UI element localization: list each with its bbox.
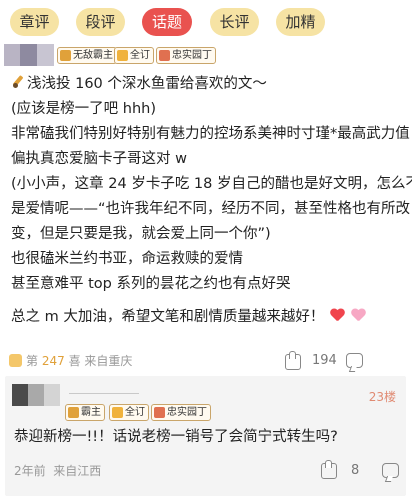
- crown-icon: [68, 407, 79, 418]
- post-meta: 第 247 喜 来自重庆 194: [0, 351, 412, 370]
- reply-username[interactable]: [69, 382, 139, 394]
- post-line: 甚至意难平 top 系列的昙花之约也有点好哭: [11, 276, 291, 292]
- post-line: 非常磕我们特别好特别有魅力的控场系美神时寸瑾*最高武力值: [11, 126, 410, 142]
- reply-floor: 23楼: [368, 390, 396, 404]
- like-count: 8: [351, 463, 360, 478]
- comment-icon[interactable]: [346, 353, 363, 368]
- post-body: 浅浅投 160 个深水鱼雷给喜欢的文～ (应该是榜一了吧 hhh) 非常磕我们特…: [11, 72, 412, 330]
- medal-badge: 忠实园丁: [156, 47, 216, 64]
- tab-paragraph-review[interactable]: 段评: [76, 8, 125, 36]
- pen-icon: [11, 75, 25, 89]
- avatar[interactable]: [4, 44, 54, 66]
- post-line: (小小声，这章 24 岁卡子吃 18 岁自己的醋也是好文明，怎么不: [11, 176, 412, 192]
- pink-heart-icon: [351, 309, 366, 323]
- medal-badge: 全订: [114, 47, 154, 64]
- like-count: 194: [312, 353, 337, 368]
- floor-icon: [9, 354, 22, 367]
- gardener-icon: [159, 50, 170, 61]
- reply-text: 恭迎新榜一!!！话说老榜一销号了会简宁式转生吗?: [14, 429, 338, 445]
- post-header: 无敌霸主 全订 忠实园丁: [0, 44, 412, 68]
- thumb-up-icon[interactable]: [285, 351, 301, 370]
- tab-topic[interactable]: 话题: [142, 8, 192, 36]
- post-line: 偏执真恋爱脑卡子哥这对 w: [11, 151, 187, 167]
- post-line: 浅浅投 160 个深水鱼雷给喜欢的文～: [11, 72, 407, 97]
- gardener-icon: [154, 407, 165, 418]
- tab-chapter-review[interactable]: 章评: [10, 8, 59, 36]
- reply-card: 23楼 霸主 全订 忠实园丁 恭迎新榜一!!！话说老榜一销号了会简宁式转生吗? …: [5, 376, 406, 496]
- thumb-up-icon[interactable]: [321, 460, 337, 479]
- post-line: 是爱情呢——“也许我年纪不同，经历不同，甚至性格也有所改: [11, 201, 411, 217]
- post-line: 变，但是只要是我，就会爱上同一个你”): [11, 226, 271, 242]
- post-line: 总之 m 大加油，希望文笔和剧情质量越来越好！: [11, 305, 407, 330]
- avatar[interactable]: [12, 384, 60, 406]
- tab-long-review[interactable]: 长评: [210, 8, 259, 36]
- red-heart-icon: [330, 309, 345, 323]
- tab-bar: 章评 段评 话题 长评 加精: [0, 8, 412, 38]
- coin-icon: [117, 50, 128, 61]
- crown-icon: [60, 50, 71, 61]
- reply-medals: 霸主 全订 忠实园丁: [57, 402, 257, 422]
- post-line: 也很磕米兰约书亚，命运救赎的爱情: [11, 251, 243, 267]
- medal-badge: 忠实园丁: [151, 404, 211, 421]
- tab-featured[interactable]: 加精: [276, 8, 325, 36]
- post-line: (应该是榜一了吧 hhh): [11, 101, 156, 117]
- floor-label: 第 247 喜 来自重庆: [26, 354, 133, 368]
- medal-badge: 霸主: [65, 404, 105, 421]
- medal-badge: 全订: [109, 404, 149, 421]
- comment-icon[interactable]: [382, 463, 399, 478]
- medal-badge: 无敌霸主: [57, 47, 117, 64]
- reply-meta: 2年前 来自江西: [14, 464, 102, 478]
- coin-icon: [112, 407, 123, 418]
